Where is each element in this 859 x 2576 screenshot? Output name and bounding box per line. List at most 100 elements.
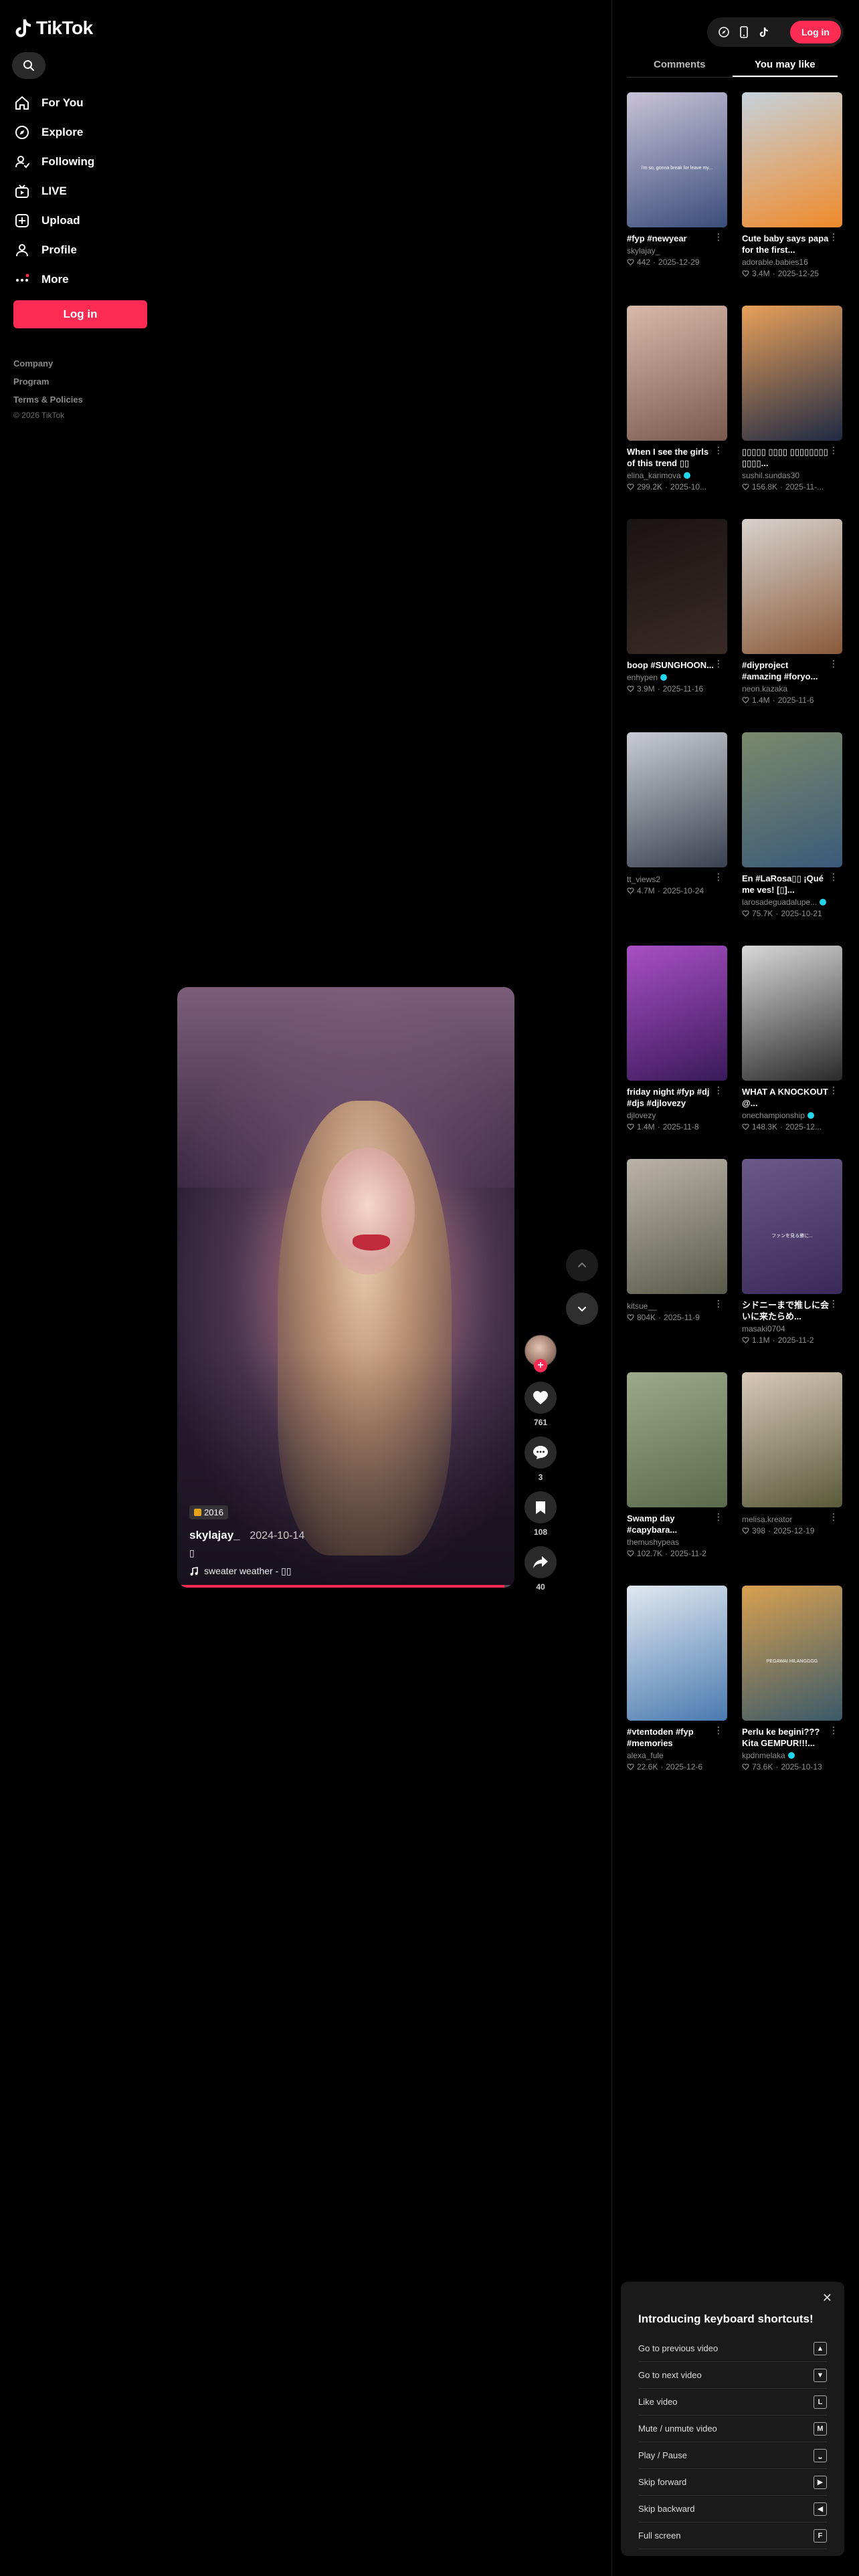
video-card[interactable]: i'm so, gonna break for leave my... ⋮ #fyp…: [627, 92, 727, 306]
next-video-button[interactable]: [566, 1293, 598, 1325]
more-options-icon[interactable]: ⋮: [714, 1299, 723, 1308]
video-card[interactable]: ファンを見る勝に... ⋮ シドニーまで推しに会いに来たらめ... masaki070…: [742, 1159, 842, 1372]
video-author[interactable]: adorable.babies16: [742, 257, 842, 267]
footer-link-terms[interactable]: Terms & Policies: [13, 391, 83, 409]
footer-link-company[interactable]: Company: [13, 354, 83, 372]
more-options-icon[interactable]: ⋮: [829, 445, 838, 455]
more-options-icon[interactable]: ⋮: [829, 872, 838, 881]
video-thumbnail[interactable]: [627, 1372, 727, 1507]
sidebar-item-more[interactable]: More: [13, 265, 154, 294]
sidebar-item-explore[interactable]: Explore: [13, 118, 154, 147]
video-author[interactable]: melisa.kreator: [742, 1515, 842, 1524]
video-card[interactable]: ⋮ En #LaRosa▯▯ ¡Qué me ves! [▯]... larosad…: [742, 732, 842, 946]
share-button[interactable]: [524, 1546, 557, 1578]
video-thumbnail[interactable]: [627, 306, 727, 441]
video-author[interactable]: skylajay_: [627, 246, 727, 255]
more-options-icon[interactable]: ⋮: [829, 1085, 838, 1095]
video-author[interactable]: themushypeas: [627, 1537, 727, 1547]
explore-tool-button[interactable]: [717, 25, 731, 39]
video-card[interactable]: ⋮ kitsue__ 804K · 2025-11-9: [627, 1159, 727, 1372]
video-music[interactable]: sweater weather - ▯▯: [189, 1566, 492, 1577]
video-thumbnail[interactable]: [742, 732, 842, 867]
video-title[interactable]: friday night #fyp #dj #djs #djlovezy: [627, 1086, 715, 1109]
save-button[interactable]: [524, 1491, 557, 1523]
creator-avatar-wrap[interactable]: +: [524, 1335, 557, 1372]
video-card[interactable]: ⋮ When I see the girls of this trend ▯▯ el…: [627, 306, 727, 519]
video-username[interactable]: skylajay_: [189, 1529, 240, 1541]
close-icon[interactable]: ✕: [822, 2291, 832, 2305]
video-title[interactable]: Swamp day #capybara...: [627, 1513, 715, 1535]
video-thumbnail[interactable]: [742, 519, 842, 654]
sidebar-item-profile[interactable]: Profile: [13, 235, 154, 265]
video-card[interactable]: ⋮ #vtentoden #fyp #memories alexa_fule 22.6…: [627, 1586, 727, 1799]
video-author[interactable]: tt_views2: [627, 875, 727, 884]
video-thumbnail[interactable]: [742, 306, 842, 441]
video-title[interactable]: ▯▯▯▯▯ ▯▯▯▯ ▯▯▯▯▯▯▯▯ ▯▯▯▯...: [742, 446, 830, 469]
video-author[interactable]: kpdnmelaka: [742, 1751, 842, 1760]
more-options-icon[interactable]: ⋮: [714, 1085, 723, 1095]
video-progress-bar[interactable]: [177, 1585, 504, 1588]
more-options-icon[interactable]: ⋮: [714, 232, 723, 241]
video-title[interactable]: WHAT A KNOCKOUT @...: [742, 1086, 830, 1109]
video-thumbnail[interactable]: [742, 92, 842, 227]
video-title[interactable]: When I see the girls of this trend ▯▯: [627, 446, 715, 469]
video-thumbnail[interactable]: [742, 1372, 842, 1507]
video-title[interactable]: #vtentoden #fyp #memories: [627, 1726, 715, 1749]
video-author[interactable]: sushil.sundas30: [742, 471, 842, 480]
video-author[interactable]: masaki0704: [742, 1324, 842, 1333]
more-options-icon[interactable]: ⋮: [714, 445, 723, 455]
video-thumbnail[interactable]: [627, 732, 727, 867]
video-thumbnail[interactable]: [627, 1586, 727, 1721]
video-thumbnail[interactable]: i'm so, gonna break for leave my...: [627, 92, 727, 227]
more-options-icon[interactable]: ⋮: [829, 659, 838, 668]
sidebar-item-for-you[interactable]: For You: [13, 88, 154, 118]
search-button[interactable]: [12, 52, 45, 79]
video-author[interactable]: skylajay_ 2024-10-14: [189, 1529, 492, 1542]
header-login-button[interactable]: Log in: [790, 21, 841, 43]
video-card[interactable]: ⋮ Swamp day #capybara... themushypeas 102.7…: [627, 1372, 727, 1586]
video-author[interactable]: alexa_fule: [627, 1751, 727, 1760]
sidebar-item-live[interactable]: LIVE: [13, 177, 154, 206]
previous-video-button[interactable]: [566, 1249, 598, 1281]
footer-link-program[interactable]: Program: [13, 372, 83, 391]
more-options-icon[interactable]: ⋮: [829, 1299, 838, 1308]
more-options-icon[interactable]: ⋮: [829, 1512, 838, 1521]
video-title[interactable]: boop #SUNGHOON...: [627, 659, 715, 671]
tab-comments[interactable]: Comments: [627, 53, 733, 77]
video-thumbnail[interactable]: [627, 1159, 727, 1294]
video-author[interactable]: onechampionship: [742, 1111, 842, 1120]
video-thumbnail[interactable]: [627, 519, 727, 654]
video-card[interactable]: ⋮ Cute baby says papa for the first... ado…: [742, 92, 842, 306]
video-author[interactable]: elina_karimova: [627, 471, 727, 480]
video-title[interactable]: En #LaRosa▯▯ ¡Qué me ves! [▯]...: [742, 873, 830, 895]
video-author[interactable]: kitsue__: [627, 1301, 727, 1311]
more-options-icon[interactable]: ⋮: [714, 1512, 723, 1521]
comment-button[interactable]: [524, 1436, 557, 1469]
video-author[interactable]: neon.kazaka: [742, 684, 842, 693]
tiktok-logo[interactable]: TikTok: [15, 17, 93, 39]
video-card[interactable]: ⋮ ▯▯▯▯▯ ▯▯▯▯ ▯▯▯▯▯▯▯▯ ▯▯▯▯... sushil.sunda…: [742, 306, 842, 519]
video-author[interactable]: djlovezy: [627, 1111, 727, 1120]
video-player[interactable]: 2016 skylajay_ 2024-10-14 ▯ sweater weat…: [177, 987, 514, 1588]
tiktok-app-button[interactable]: [757, 25, 771, 39]
video-title[interactable]: #fyp #newyear: [627, 233, 715, 244]
sidebar-item-upload[interactable]: Upload: [13, 206, 154, 235]
video-thumbnail[interactable]: ファンを見る勝に...: [742, 1159, 842, 1294]
like-button[interactable]: [524, 1382, 557, 1414]
tab-you-may-like[interactable]: You may like: [732, 53, 838, 77]
more-options-icon[interactable]: ⋮: [829, 232, 838, 241]
video-card[interactable]: ⋮ friday night #fyp #dj #djs #djlovezy djl…: [627, 946, 727, 1159]
more-options-icon[interactable]: ⋮: [714, 1725, 723, 1735]
video-title[interactable]: #diyproject #amazing #foryo...: [742, 659, 830, 682]
video-card[interactable]: ⋮ tt_views2 4.7M · 2025-10-24: [627, 732, 727, 946]
follow-button[interactable]: +: [534, 1359, 547, 1372]
more-options-icon[interactable]: ⋮: [714, 872, 723, 881]
video-card[interactable]: PEGAWAI HILANGGGG ⋮ Perlu ke begini??? Kit…: [742, 1586, 842, 1799]
video-card[interactable]: ⋮ boop #SUNGHOON... enhypen 3.9M · 2025-11-16: [627, 519, 727, 732]
video-thumbnail[interactable]: [627, 946, 727, 1081]
video-card[interactable]: ⋮ melisa.kreator 398 · 2025-12-19: [742, 1372, 842, 1586]
video-title[interactable]: Cute baby says papa for the first...: [742, 233, 830, 255]
sidebar-item-following[interactable]: Following: [13, 147, 154, 177]
video-thumbnail[interactable]: PEGAWAI HILANGGGG: [742, 1586, 842, 1721]
sidebar-login-button[interactable]: Log in: [13, 300, 147, 328]
